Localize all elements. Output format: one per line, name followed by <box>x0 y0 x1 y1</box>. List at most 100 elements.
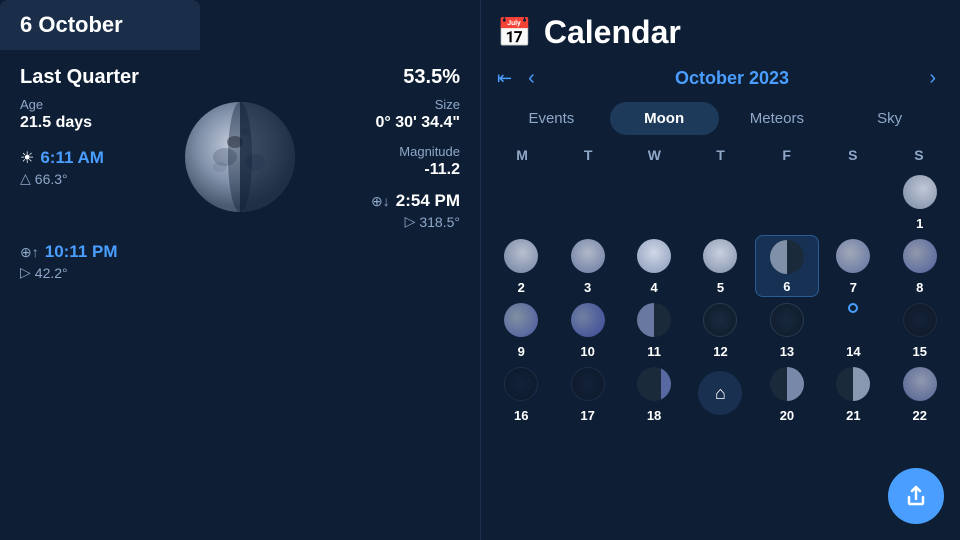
prev-month-button[interactable]: ‹ <box>520 63 543 94</box>
moon-right: Size 0° 30' 34.4" Magnitude -11.2 ⊕↓ 2:5… <box>310 97 460 230</box>
transit-angle: 42.2° <box>35 265 68 281</box>
day-number-1: 1 <box>916 216 923 231</box>
day-6[interactable]: 6 <box>755 235 819 297</box>
day-5[interactable]: 5 <box>688 235 752 297</box>
magnitude-label: Magnitude <box>310 144 460 159</box>
size-block: Size 0° 30' 34.4" <box>310 97 460 132</box>
tab-moon[interactable]: Moon <box>610 102 719 135</box>
set-icon: ⊕↓ <box>371 193 390 210</box>
calendar-title: Calendar <box>544 14 681 51</box>
day-header-s2: S <box>886 143 952 167</box>
calendar-icon: 📅 <box>497 16 532 49</box>
home-day-icon: ⌂ <box>698 371 742 415</box>
date-tab[interactable]: 6 October <box>0 0 200 50</box>
day-3[interactable]: 3 <box>555 235 619 297</box>
transit-icon: ⊕↑ <box>20 244 39 261</box>
day-8[interactable]: 8 <box>888 235 952 297</box>
transit-angle-row: ▷ 42.2° <box>20 264 118 281</box>
week-4: 16 17 18 ⌂ 20 <box>489 363 952 425</box>
age-label: Age <box>20 97 170 112</box>
set-angle: 318.5° <box>419 214 460 230</box>
day-header-m: M <box>489 143 555 167</box>
right-panel: 📅 Calendar ⇤ ‹ October 2023 › Events Moo… <box>480 0 960 540</box>
new-moon-dot <box>848 303 858 313</box>
transit-time-row: ⊕↑ 10:11 PM <box>20 242 118 262</box>
transit-row: ⊕↑ 10:11 PM ▷ 42.2° <box>20 242 460 281</box>
empty-day <box>755 171 819 233</box>
set-angle-icon: ▷ <box>405 213 416 230</box>
size-label: Size <box>310 97 460 112</box>
rise-icon: ☀ <box>20 148 34 168</box>
rise-time: 6:11 AM <box>40 148 104 168</box>
moon-info: Last Quarter 53.5% Age 21.5 days ☀ 6:11 … <box>0 50 480 540</box>
day-18[interactable]: 18 <box>622 363 686 425</box>
calendar-weeks: 1 2 3 4 5 <box>489 171 952 425</box>
phase-row: Last Quarter 53.5% <box>20 66 460 89</box>
day-11[interactable]: 11 <box>622 299 686 361</box>
transit-angle-icon: ▷ <box>20 264 31 281</box>
tab-bar: Events Moon Meteors Sky <box>481 102 960 143</box>
age-block: Age 21.5 days <box>20 97 170 132</box>
tab-sky[interactable]: Sky <box>835 102 944 135</box>
set-time: 2:54 PM <box>396 191 460 211</box>
day-headers: M T W T F S S <box>489 143 952 167</box>
phase-name: Last Quarter <box>20 66 139 89</box>
rise-time-row: ☀ 6:11 AM <box>20 148 170 168</box>
week-3: 9 10 11 12 13 <box>489 299 952 361</box>
set-block: ⊕↓ 2:54 PM ▷ 318.5° <box>310 191 460 230</box>
day-header-f: F <box>754 143 820 167</box>
day-14[interactable]: 14 <box>821 299 885 361</box>
age-value: 21.5 days <box>20 114 170 132</box>
day-21[interactable]: 21 <box>821 363 885 425</box>
day-4[interactable]: 4 <box>622 235 686 297</box>
day-10[interactable]: 10 <box>555 299 619 361</box>
date-label: 6 October <box>20 12 123 38</box>
magnitude-block: Magnitude -11.2 <box>310 144 460 179</box>
moon-image <box>180 97 300 217</box>
day-17[interactable]: 17 <box>555 363 619 425</box>
rise-angle: 66.3° <box>35 171 68 187</box>
rise-angle-row: △ 66.3° <box>20 170 170 187</box>
empty-day <box>622 171 686 233</box>
day-15[interactable]: 15 <box>888 299 952 361</box>
calendar-header: 📅 Calendar <box>481 0 960 59</box>
transit-block: ⊕↑ 10:11 PM ▷ 42.2° <box>20 242 118 281</box>
magnitude-value: -11.2 <box>310 161 460 179</box>
day-13[interactable]: 13 <box>755 299 819 361</box>
day-2[interactable]: 2 <box>489 235 553 297</box>
month-year: October 2023 <box>551 68 914 89</box>
day-header-w: W <box>621 143 687 167</box>
month-nav: ⇤ ‹ October 2023 › <box>481 59 960 102</box>
day-12[interactable]: 12 <box>688 299 752 361</box>
rise-block: ☀ 6:11 AM △ 66.3° <box>20 148 170 187</box>
set-time-row: ⊕↓ 2:54 PM <box>310 191 460 211</box>
collapse-icon[interactable]: ⇤ <box>497 68 512 89</box>
moon-left: Age 21.5 days ☀ 6:11 AM △ 66.3° <box>20 97 170 187</box>
home-icon-day: ⌂ <box>715 383 726 404</box>
moon-details: Age 21.5 days ☀ 6:11 AM △ 66.3° <box>20 97 460 230</box>
share-button[interactable] <box>888 468 944 524</box>
calendar-grid: M T W T F S S 1 <box>481 143 960 540</box>
share-icon <box>904 484 928 508</box>
transit-time: 10:11 PM <box>45 242 118 262</box>
illumination: 53.5% <box>403 66 460 89</box>
day-header-s1: S <box>820 143 886 167</box>
week-2: 2 3 4 5 6 <box>489 235 952 297</box>
set-angle-row: ▷ 318.5° <box>310 213 460 230</box>
day-1[interactable]: 1 <box>888 171 952 233</box>
day-header-t1: T <box>555 143 621 167</box>
week-1: 1 <box>489 171 952 233</box>
empty-day <box>555 171 619 233</box>
day-22[interactable]: 22 <box>888 363 952 425</box>
next-month-button[interactable]: › <box>921 63 944 94</box>
tab-meteors[interactable]: Meteors <box>723 102 832 135</box>
day-19[interactable]: ⌂ <box>688 363 752 425</box>
empty-day <box>489 171 553 233</box>
day-20[interactable]: 20 <box>755 363 819 425</box>
day-header-t2: T <box>687 143 753 167</box>
empty-day <box>688 171 752 233</box>
day-16[interactable]: 16 <box>489 363 553 425</box>
day-7[interactable]: 7 <box>821 235 885 297</box>
day-9[interactable]: 9 <box>489 299 553 361</box>
tab-events[interactable]: Events <box>497 102 606 135</box>
